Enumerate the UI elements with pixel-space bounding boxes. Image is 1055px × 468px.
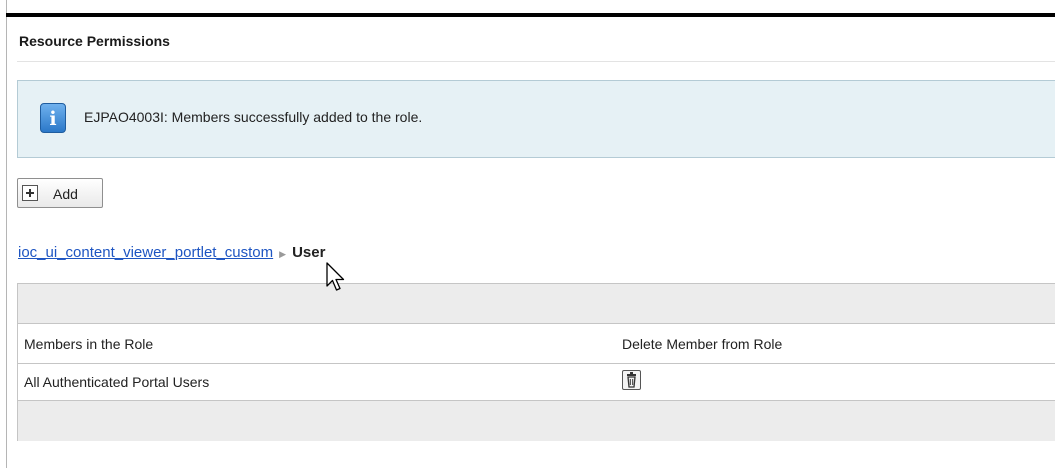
breadcrumb-separator-icon: ▶: [279, 249, 287, 259]
column-header-delete: Delete Member from Role: [622, 336, 783, 352]
table-footer: [18, 401, 1055, 441]
breadcrumb: ioc_ui_content_viewer_portlet_custom ▶ U…: [18, 244, 325, 261]
breadcrumb-resource-link[interactable]: ioc_ui_content_viewer_portlet_custom: [18, 244, 273, 261]
add-button-label: Add: [53, 186, 78, 202]
table-row: All Authenticated Portal Users: [18, 364, 1055, 401]
column-header-members: Members in the Role: [24, 336, 154, 352]
page-title: Resource Permissions: [19, 33, 170, 49]
table-header: Members in the Role Delete Member from R…: [18, 324, 1055, 364]
add-button[interactable]: Add: [17, 178, 103, 208]
trash-icon: [627, 372, 636, 388]
mouse-pointer-icon: [326, 262, 345, 291]
delete-member-button[interactable]: [622, 370, 641, 390]
top-border-bar: [6, 13, 1055, 17]
title-divider: [17, 61, 1055, 62]
member-name: All Authenticated Portal Users: [24, 374, 210, 390]
plus-icon: [22, 185, 38, 201]
breadcrumb-current: User: [292, 244, 326, 261]
role-members-table: Members in the Role Delete Member from R…: [17, 283, 1055, 441]
info-icon: i: [40, 103, 66, 133]
table-toolbar: [18, 284, 1055, 324]
message-text: EJPAO4003I: Members successfully added t…: [84, 109, 423, 125]
success-message: i EJPAO4003I: Members successfully added…: [17, 80, 1055, 158]
